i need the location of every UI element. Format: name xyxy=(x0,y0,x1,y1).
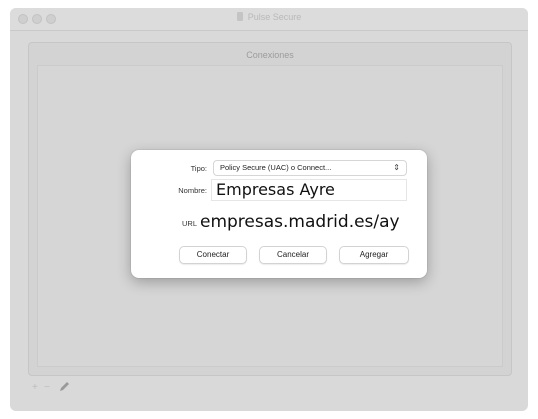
remove-connection-button[interactable]: − xyxy=(44,382,50,394)
url-field[interactable]: empresas.madrid.es/ay xyxy=(197,209,423,235)
add-connection-button[interactable]: + xyxy=(32,382,38,394)
type-select-value: Policy Secure (UAC) o Connect... xyxy=(220,163,332,172)
window-title: Pulse Secure xyxy=(10,12,528,22)
title-bar: Pulse Secure xyxy=(10,8,528,31)
panel-title: Conexiones xyxy=(246,50,294,60)
name-field[interactable]: Empresas Ayre xyxy=(211,179,407,201)
url-label: URL d xyxy=(182,219,203,228)
app-title-text: Pulse Secure xyxy=(247,12,302,22)
edit-connection-button[interactable] xyxy=(58,381,70,397)
type-select[interactable]: Policy Secure (UAC) o Connect... ⇕ xyxy=(213,160,407,176)
type-label: Tipo: xyxy=(190,164,207,173)
chevron-updown-icon: ⇕ xyxy=(393,163,400,172)
connect-button[interactable]: Conectar xyxy=(179,246,247,264)
name-label: Nombre: xyxy=(178,186,207,195)
cancel-button[interactable]: Cancelar xyxy=(259,246,327,264)
pencil-icon xyxy=(60,382,69,391)
add-button[interactable]: Agregar xyxy=(339,246,409,264)
app-icon xyxy=(236,12,243,21)
add-connection-dialog: Tipo: Policy Secure (UAC) o Connect... ⇕… xyxy=(131,150,427,278)
